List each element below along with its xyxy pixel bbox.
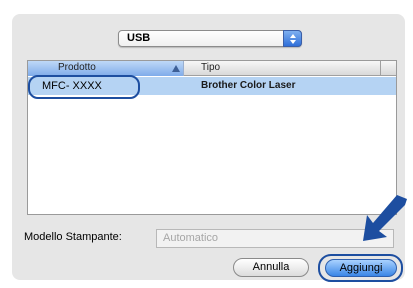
column-label-prodotto: Prodotto: [58, 62, 96, 73]
pointer-arrow-icon: [363, 195, 407, 241]
column-header-prodotto[interactable]: Prodotto: [28, 61, 184, 76]
list-header: Prodotto Tipo: [28, 61, 396, 76]
cell-type: Brother Color Laser: [201, 80, 296, 91]
sort-ascending-icon: [172, 65, 180, 72]
connection-type-value: USB: [127, 32, 151, 44]
column-divider: [380, 61, 381, 76]
model-label: Modello Stampante:: [24, 231, 122, 243]
product-highlight-ring: [28, 75, 140, 99]
connection-type-popup[interactable]: USB: [118, 30, 302, 47]
cancel-button[interactable]: Annulla: [233, 258, 309, 277]
add-button-highlight-ring: [318, 254, 403, 282]
popup-arrows-icon: [283, 30, 302, 47]
model-value: Automatico: [163, 232, 219, 244]
column-label-tipo[interactable]: Tipo: [201, 62, 220, 73]
